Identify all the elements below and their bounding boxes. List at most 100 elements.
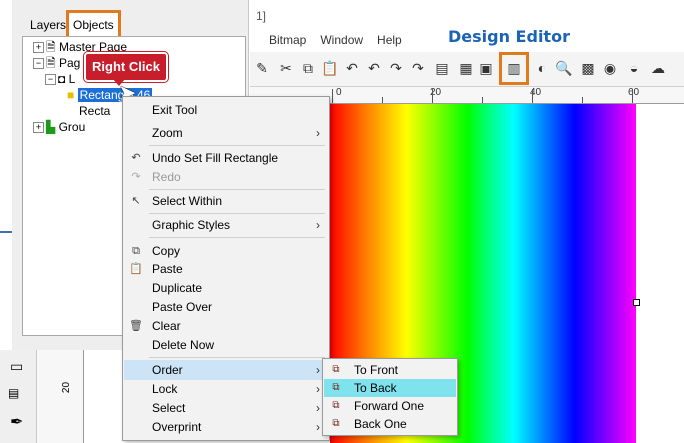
ruler-tick xyxy=(382,97,383,103)
text-tool-icon[interactable]: ▤ xyxy=(8,386,19,400)
to-back-icon: ⧉ xyxy=(332,382,340,393)
paste-icon: 📋 xyxy=(129,263,143,275)
collapse-icon[interactable]: − xyxy=(33,58,44,70)
menu-duplicate[interactable]: Duplicate xyxy=(124,278,328,298)
menu-forward-one[interactable]: ⧉ Forward One xyxy=(324,397,456,415)
menu-paste-over[interactable]: Paste Over xyxy=(124,297,328,317)
menu-select[interactable]: Select › xyxy=(124,398,328,418)
ruler-tick xyxy=(482,97,483,103)
export-icon[interactable]: ▦ xyxy=(456,58,476,78)
undo-icon[interactable]: ↶ xyxy=(342,58,362,78)
menu-order[interactable]: Order › xyxy=(124,360,328,380)
menubar: Bitmap Window Help xyxy=(262,30,409,50)
vruler-label: 20 xyxy=(61,381,73,394)
tool-strip: ▭ ▤ ✒ xyxy=(0,350,37,443)
accent-line xyxy=(0,231,12,233)
tree-label: Recta xyxy=(79,104,111,118)
redo-list-icon[interactable]: ↷ xyxy=(408,58,428,78)
menu-overprint[interactable]: Overprint › xyxy=(124,417,328,437)
chevron-right-icon: › xyxy=(316,363,320,377)
import-icon[interactable]: ▤ xyxy=(432,58,452,78)
window-title-fragment: 1] xyxy=(256,9,267,23)
back-one-icon: ⧉ xyxy=(332,418,340,429)
copy-icon[interactable]: ⧉ xyxy=(298,58,318,78)
menu-undo[interactable]: ↶ Undo Set Fill Rectangle xyxy=(124,148,328,168)
menu-back-one[interactable]: ⧉ Back One xyxy=(324,415,456,433)
pen-icon[interactable]: ✎ xyxy=(252,58,272,78)
redo-icon[interactable]: ↷ xyxy=(386,58,406,78)
menu-lock[interactable]: Lock › xyxy=(124,379,328,399)
design-editor-highlight xyxy=(499,52,529,85)
tree-item-layer[interactable]: − ◘ L xyxy=(45,71,75,87)
menu-to-back[interactable]: ⧉ To Back xyxy=(324,379,456,397)
order-submenu: ⧉ To Front ⧉ To Back ⧉ Forward One ⧉ Bac… xyxy=(322,358,458,436)
tree-item-group[interactable]: + ▙ Grou xyxy=(33,119,85,135)
menu-graphic-styles[interactable]: Graphic Styles › xyxy=(124,215,328,235)
object-gallery-icon[interactable]: ▣ xyxy=(476,58,496,78)
right-click-callout: Right Click xyxy=(84,52,168,82)
undo-list-icon[interactable]: ↶ xyxy=(364,58,384,78)
menu-to-front[interactable]: ⧉ To Front xyxy=(324,361,456,379)
paste-icon[interactable]: 📋 xyxy=(320,58,340,78)
menu-clear[interactable]: 🗑 Clear xyxy=(124,316,328,336)
context-menu: Exit Tool Zoom › ↶ Undo Set Fill Rectang… xyxy=(122,96,330,441)
ruler-label: 0 xyxy=(336,87,342,98)
ruler-tick xyxy=(632,89,633,103)
chevron-right-icon: › xyxy=(316,401,320,415)
colour-picker-icon[interactable]: ◐ xyxy=(532,58,552,78)
ruler-tick xyxy=(332,89,333,103)
view-icon[interactable]: ◒ xyxy=(624,58,644,78)
colour-grid-icon[interactable]: ▩ xyxy=(578,58,598,78)
layer-icon: ◘ xyxy=(58,72,66,86)
chevron-right-icon: › xyxy=(316,218,320,232)
eyedropper-icon[interactable]: ✒ xyxy=(10,412,23,432)
design-editor-annotation: Design Editor xyxy=(448,27,570,46)
expand-icon[interactable]: + xyxy=(33,122,44,134)
menu-separator xyxy=(149,237,325,238)
redo-icon: ↷ xyxy=(131,171,141,183)
ruler-tick xyxy=(532,89,533,103)
tab-layers[interactable]: Layers xyxy=(26,14,70,36)
copy-icon: ⧉ xyxy=(132,245,140,257)
cut-icon[interactable]: ✂ xyxy=(276,58,296,78)
menu-redo: ↷ Redo xyxy=(124,167,328,187)
chevron-right-icon: › xyxy=(316,126,320,140)
undo-icon: ↶ xyxy=(131,152,141,164)
menu-separator xyxy=(149,145,325,146)
rectangle-tool-icon[interactable]: ▭ xyxy=(10,358,23,375)
zoom-icon[interactable]: 🔍 xyxy=(554,58,574,78)
menu-separator xyxy=(149,213,325,214)
page-icon: 🗎 xyxy=(46,40,56,54)
ruler-tick xyxy=(432,89,433,103)
tree-item-page[interactable]: − 🗎 Pag xyxy=(33,55,80,71)
pointer-icon: ↖ xyxy=(131,195,141,207)
menu-separator xyxy=(149,189,325,190)
menu-exit-tool[interactable]: Exit Tool xyxy=(124,100,328,120)
page-icon: 🗎 xyxy=(46,56,56,70)
tree-item-rectangle[interactable]: Recta xyxy=(79,103,110,119)
tree-label: Grou xyxy=(58,120,86,134)
menu-select-within[interactable]: ↖ Select Within xyxy=(124,191,328,211)
menu-separator xyxy=(149,357,325,358)
menu-bitmap[interactable]: Bitmap xyxy=(262,30,313,50)
selection-handle[interactable] xyxy=(633,299,640,306)
menu-copy[interactable]: ⧉ Copy xyxy=(124,241,328,261)
group-icon: ▙ xyxy=(46,120,56,134)
collapse-icon[interactable]: − xyxy=(45,74,56,86)
expand-icon[interactable]: + xyxy=(33,42,44,54)
menu-delete-now[interactable]: Delete Now xyxy=(124,335,328,355)
trash-icon: 🗑 xyxy=(129,320,143,332)
preview-icon[interactable]: ◉ xyxy=(600,58,620,78)
tree-label: Pag xyxy=(59,56,81,70)
cloud-upload-icon[interactable]: ☁ xyxy=(648,58,668,78)
forward-one-icon: ⧉ xyxy=(332,400,340,411)
rectangle-icon: ■ xyxy=(67,88,75,102)
menu-help[interactable]: Help xyxy=(370,30,409,50)
menu-paste[interactable]: 📋 Paste xyxy=(124,259,328,279)
ruler-tick xyxy=(582,97,583,103)
toolbar: ✎ ✂ ⧉ 📋 ↶ ↶ ↷ ↷ ▤ ▦ ▣ ▥ ◐ 🔍 ▩ ◉ ◒ ☁ xyxy=(250,52,684,87)
menu-zoom[interactable]: Zoom › xyxy=(124,123,328,143)
tree-label: L xyxy=(68,72,76,86)
menu-window[interactable]: Window xyxy=(313,30,370,50)
chevron-right-icon: › xyxy=(316,382,320,396)
